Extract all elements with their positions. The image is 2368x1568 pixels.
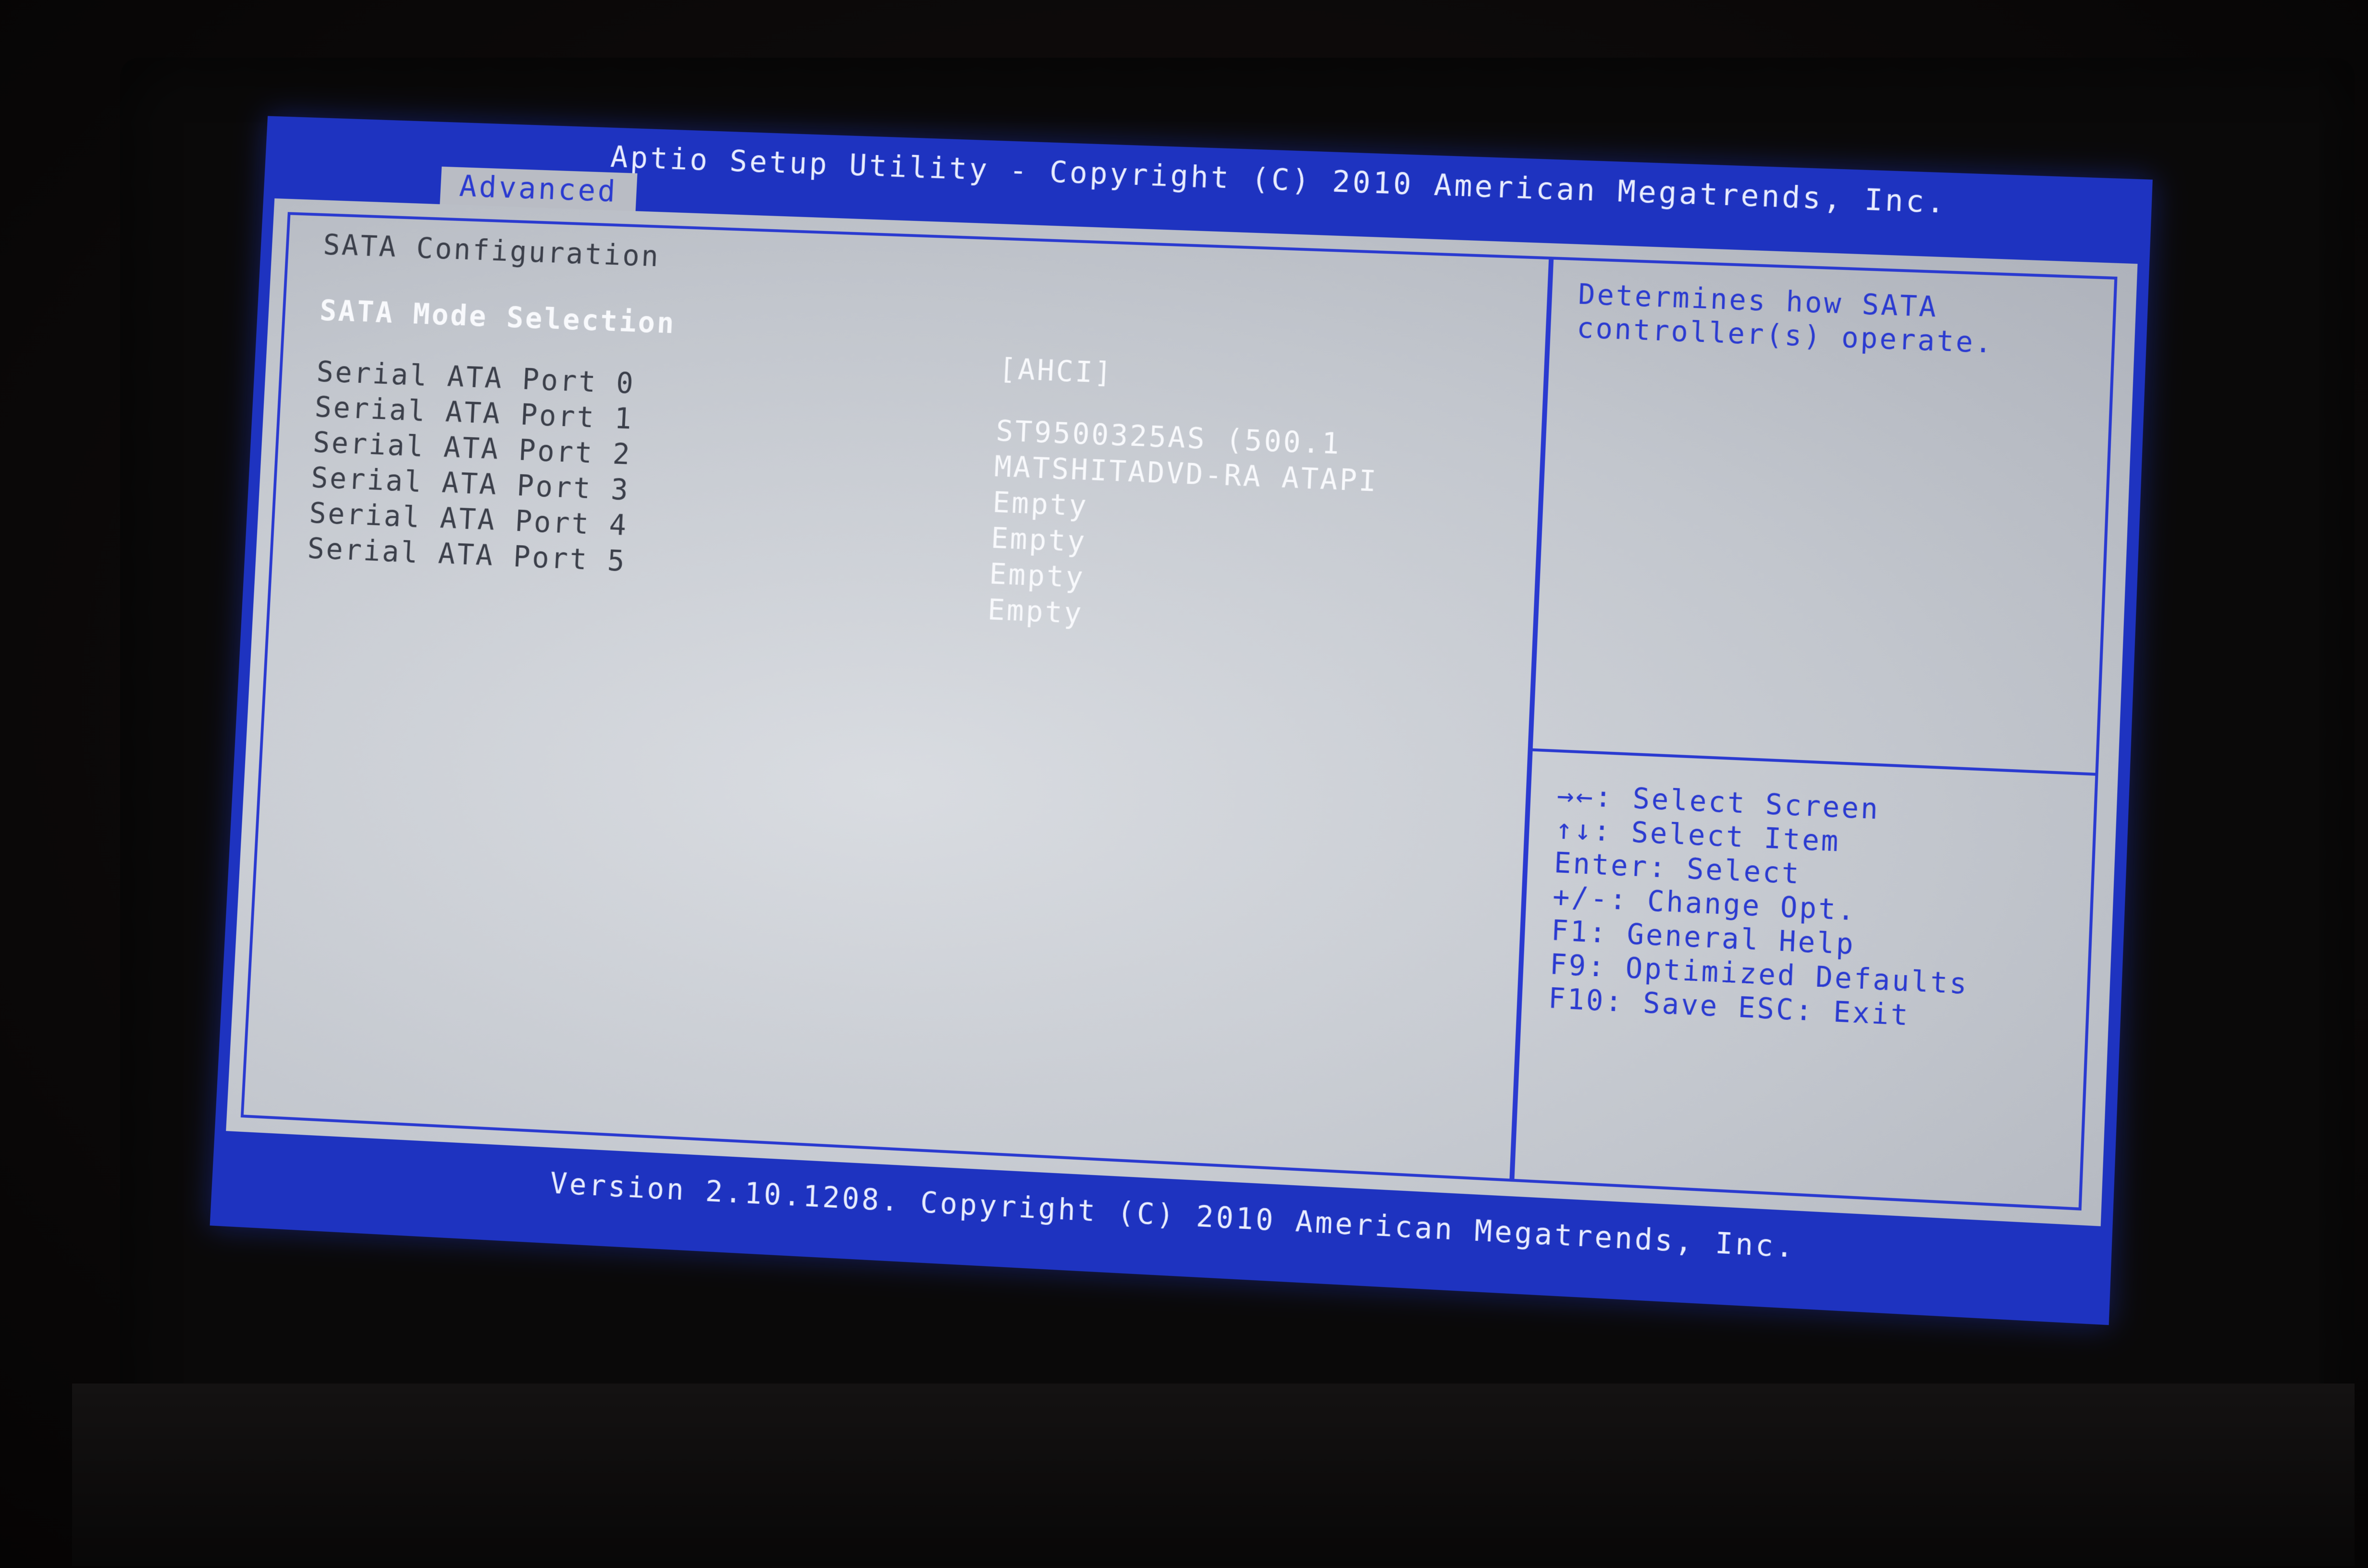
bios-screen: Aptio Setup Utility - Copyright (C) 2010… bbox=[210, 116, 2153, 1325]
help-panel bbox=[1511, 257, 2117, 1211]
port-4-value: Empty bbox=[988, 557, 1085, 595]
port-5-value: Empty bbox=[987, 593, 1084, 631]
settings-panel bbox=[241, 212, 1552, 1182]
laptop-base bbox=[72, 1384, 2355, 1566]
setup-body: SATA Configuration SATA Mode Selection [… bbox=[226, 198, 2137, 1226]
port-3-value: Empty bbox=[990, 522, 1087, 559]
port-2-value: Empty bbox=[992, 486, 1089, 523]
sata-mode-value[interactable]: [AHCI] bbox=[998, 353, 1114, 390]
tab-advanced[interactable]: Advanced bbox=[440, 167, 637, 211]
